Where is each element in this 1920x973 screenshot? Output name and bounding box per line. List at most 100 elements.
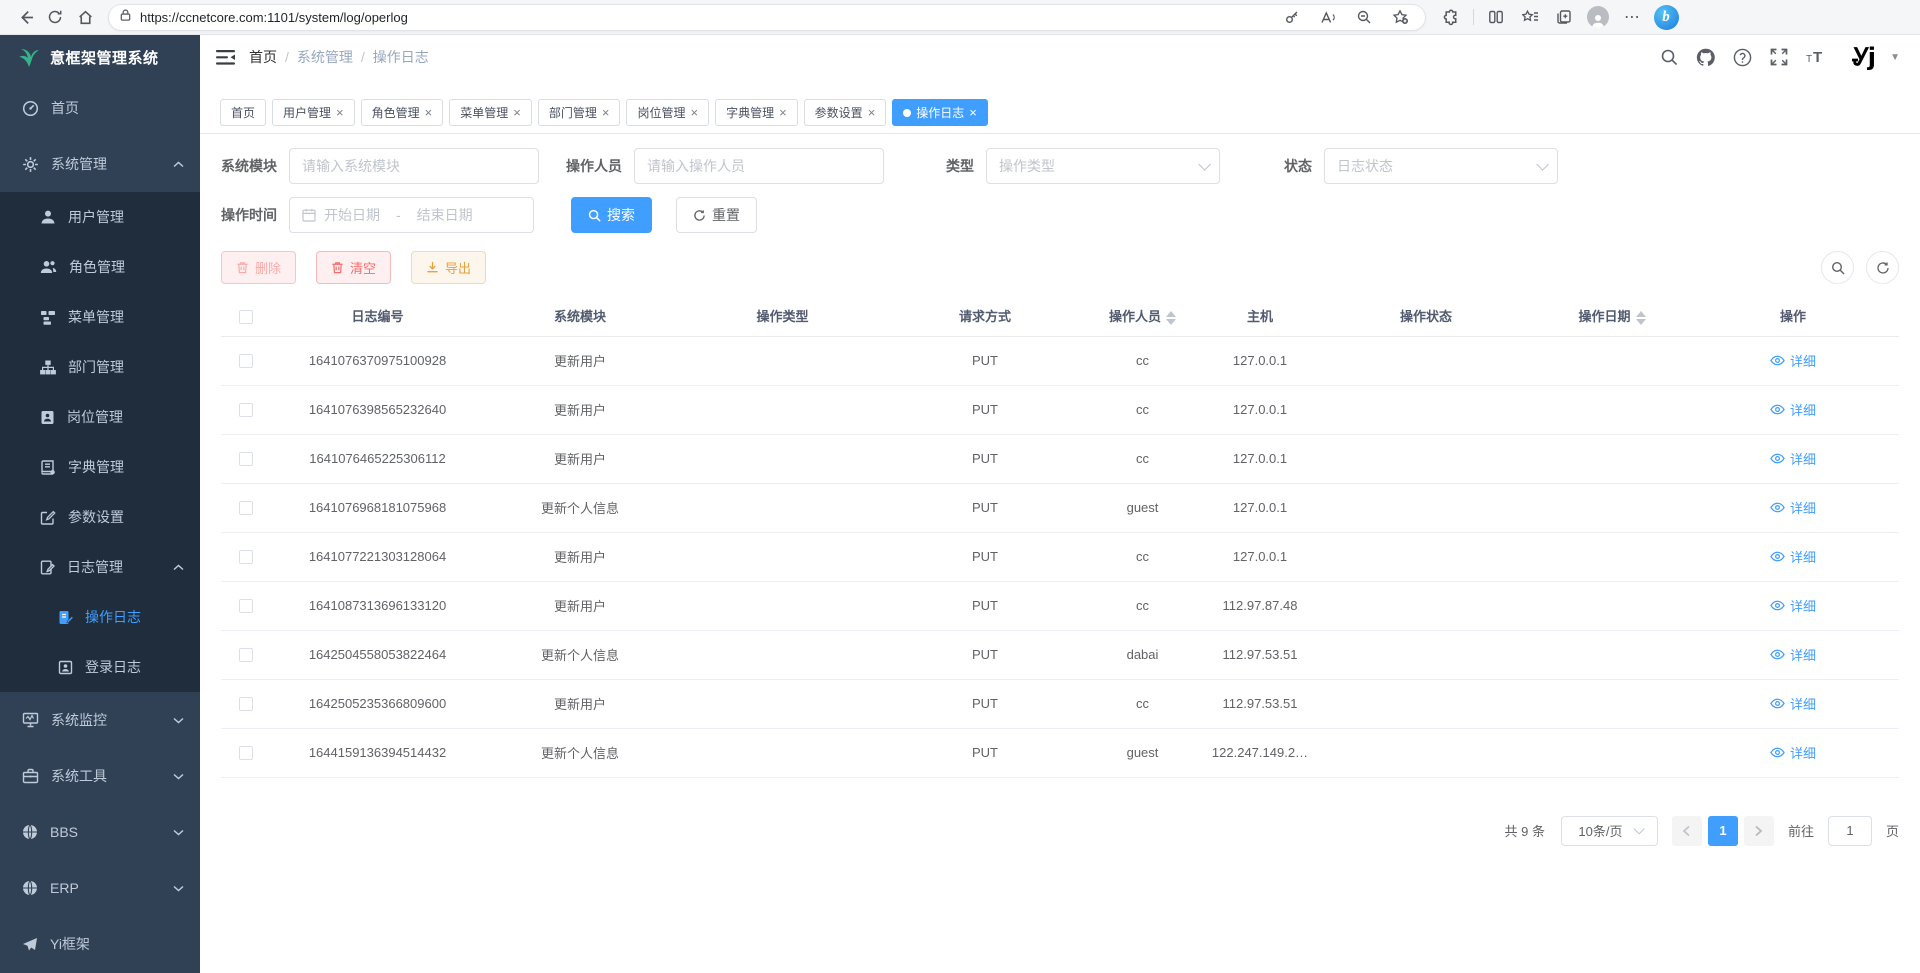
- page-size-select[interactable]: 10条/页: [1561, 816, 1658, 846]
- row-checkbox[interactable]: [239, 550, 253, 564]
- tab-operation-log[interactable]: 操作日志×: [892, 99, 988, 126]
- delete-button[interactable]: 删除: [221, 251, 296, 284]
- breadcrumb-item[interactable]: 系统管理: [297, 47, 353, 67]
- tab-dept-mgmt[interactable]: 部门管理×: [538, 99, 621, 126]
- prev-page-button[interactable]: [1672, 816, 1702, 846]
- password-key-icon[interactable]: [1277, 3, 1307, 31]
- search-icon[interactable]: [1660, 48, 1678, 66]
- type-filter-select[interactable]: 操作类型: [986, 148, 1220, 184]
- detail-link[interactable]: 详细: [1770, 547, 1816, 566]
- sidebar-item-system-monitor[interactable]: 系统监控: [0, 692, 200, 748]
- detail-link[interactable]: 详细: [1770, 498, 1816, 517]
- sidebar-item-dept-mgmt[interactable]: 部门管理: [0, 342, 200, 392]
- sidebar-item-login-log[interactable]: 登录日志: [0, 642, 200, 692]
- detail-link[interactable]: 详细: [1770, 694, 1816, 713]
- row-checkbox[interactable]: [239, 599, 253, 613]
- tab-home[interactable]: 首页: [220, 99, 266, 126]
- row-checkbox[interactable]: [239, 354, 253, 368]
- tab-close-icon[interactable]: ×: [513, 106, 521, 119]
- tab-close-icon[interactable]: ×: [969, 106, 977, 119]
- sidebar-item-system-tools[interactable]: 系统工具: [0, 748, 200, 804]
- favorites-bar-icon[interactable]: [1515, 3, 1545, 31]
- tab-menu-mgmt[interactable]: 菜单管理×: [449, 99, 532, 126]
- reset-button[interactable]: 重置: [676, 197, 757, 233]
- row-checkbox[interactable]: [239, 746, 253, 760]
- tab-role-mgmt[interactable]: 角色管理×: [361, 99, 444, 126]
- detail-link[interactable]: 详细: [1770, 449, 1816, 468]
- sort-icon[interactable]: [1166, 311, 1176, 325]
- bing-chat-icon[interactable]: b: [1651, 3, 1681, 31]
- user-menu-caret-icon[interactable]: ▼: [1890, 52, 1900, 63]
- export-button[interactable]: 导出: [411, 251, 486, 284]
- sidebar-item-yi-framework[interactable]: Yi框架: [0, 916, 200, 972]
- sidebar-item-user-mgmt[interactable]: 用户管理: [0, 192, 200, 242]
- favorite-add-icon[interactable]: [1385, 3, 1415, 31]
- detail-link[interactable]: 详细: [1770, 743, 1816, 762]
- tab-close-icon[interactable]: ×: [336, 106, 344, 119]
- sidebar-item-role-mgmt[interactable]: 角色管理: [0, 242, 200, 292]
- row-checkbox[interactable]: [239, 501, 253, 515]
- status-filter-select[interactable]: 日志状态: [1324, 148, 1558, 184]
- tab-close-icon[interactable]: ×: [425, 106, 433, 119]
- sidebar-item-dict-mgmt[interactable]: 字典管理: [0, 442, 200, 492]
- sidebar-item-system-mgmt[interactable]: 系统管理: [0, 136, 200, 192]
- sidebar-item-param-settings[interactable]: 参数设置: [0, 492, 200, 542]
- sidebar-fold-icon[interactable]: [216, 49, 235, 66]
- tab-post-mgmt[interactable]: 岗位管理×: [626, 99, 709, 126]
- detail-link[interactable]: 详细: [1770, 596, 1816, 615]
- read-aloud-icon[interactable]: [1313, 3, 1343, 31]
- split-screen-icon[interactable]: [1481, 3, 1511, 31]
- row-checkbox[interactable]: [239, 648, 253, 662]
- help-icon[interactable]: [1733, 48, 1752, 67]
- back-icon[interactable]: [10, 3, 40, 31]
- sidebar-item-erp[interactable]: ERP: [0, 860, 200, 916]
- page-number-current[interactable]: 1: [1708, 816, 1738, 846]
- tab-close-icon[interactable]: ×: [779, 106, 787, 119]
- fullscreen-icon[interactable]: [1770, 48, 1788, 66]
- zoom-out-icon[interactable]: [1349, 3, 1379, 31]
- next-page-button[interactable]: [1744, 816, 1774, 846]
- tab-close-icon[interactable]: ×: [690, 106, 698, 119]
- tab-close-icon[interactable]: ×: [602, 106, 610, 119]
- row-checkbox[interactable]: [239, 452, 253, 466]
- font-size-icon[interactable]: TT: [1806, 49, 1828, 65]
- detail-link[interactable]: 详细: [1770, 400, 1816, 419]
- sidebar-item-bbs[interactable]: BBS: [0, 804, 200, 860]
- home-icon[interactable]: [70, 3, 100, 31]
- date-range-picker[interactable]: 开始日期 - 结束日期: [289, 197, 534, 233]
- search-button[interactable]: 搜索: [571, 197, 652, 233]
- tab-close-icon[interactable]: ×: [868, 106, 876, 119]
- sidebar-item-post-mgmt[interactable]: 岗位管理: [0, 392, 200, 442]
- github-icon[interactable]: [1696, 48, 1715, 67]
- module-filter-input[interactable]: [302, 158, 526, 174]
- detail-link[interactable]: 详细: [1770, 645, 1816, 664]
- browser-menu-icon[interactable]: ⋯: [1617, 3, 1647, 31]
- sidebar-item-home[interactable]: 首页: [0, 80, 200, 136]
- goto-page-input[interactable]: [1828, 816, 1872, 846]
- table-refresh-button[interactable]: [1866, 251, 1899, 284]
- refresh-icon[interactable]: [40, 3, 70, 31]
- select-all-checkbox[interactable]: [239, 310, 253, 324]
- col-operator[interactable]: 操作人员: [1080, 296, 1205, 336]
- operator-filter-input[interactable]: [647, 158, 871, 174]
- sidebar-item-menu-mgmt[interactable]: 菜单管理: [0, 292, 200, 342]
- tab-user-mgmt[interactable]: 用户管理×: [272, 99, 355, 126]
- collections-icon[interactable]: [1549, 3, 1579, 31]
- sort-icon[interactable]: [1636, 311, 1646, 325]
- extensions-icon[interactable]: [1436, 3, 1466, 31]
- tab-param-settings[interactable]: 参数设置×: [804, 99, 887, 126]
- sidebar-item-operation-log[interactable]: 操作日志: [0, 592, 200, 642]
- tab-dict-mgmt[interactable]: 字典管理×: [715, 99, 798, 126]
- sidebar-item-log-mgmt[interactable]: 日志管理: [0, 542, 200, 592]
- col-date[interactable]: 操作日期: [1537, 296, 1687, 336]
- row-checkbox[interactable]: [239, 403, 253, 417]
- row-checkbox[interactable]: [239, 697, 253, 711]
- download-icon: [426, 261, 439, 274]
- profile-avatar[interactable]: [1583, 3, 1613, 31]
- address-bar[interactable]: https://ccnetcore.com:1101/system/log/op…: [108, 4, 1426, 31]
- table-search-toggle-button[interactable]: [1821, 251, 1854, 284]
- detail-link[interactable]: 详细: [1770, 351, 1816, 370]
- clear-button[interactable]: 清空: [316, 251, 391, 284]
- breadcrumb-item[interactable]: 首页: [249, 47, 277, 67]
- user-logo-avatar[interactable]: Ꮍj: [1846, 42, 1880, 72]
